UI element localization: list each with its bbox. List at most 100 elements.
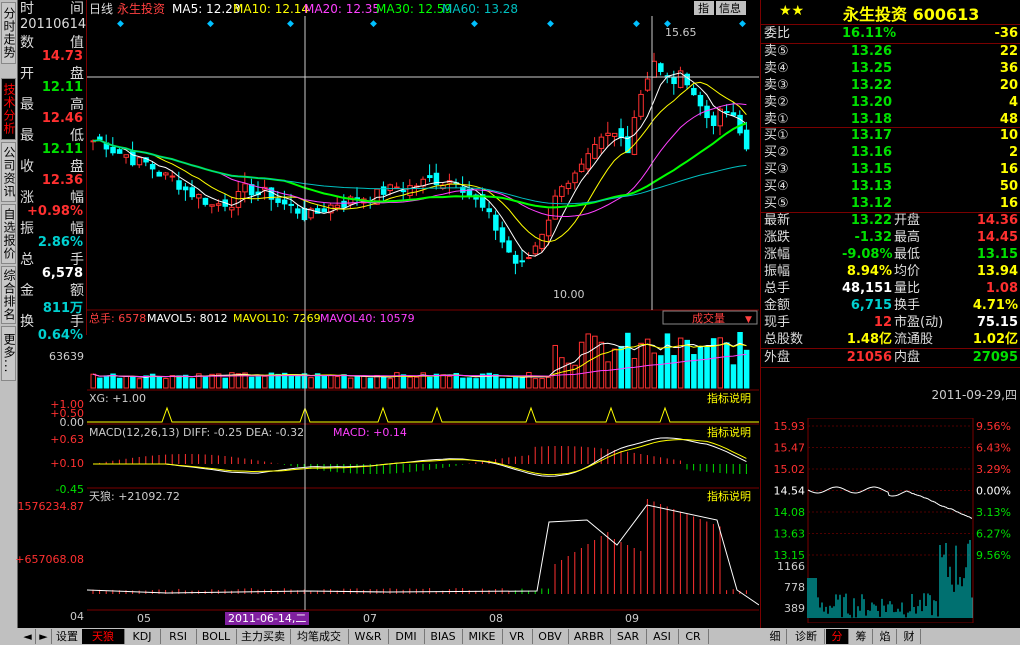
volume-bar: [130, 376, 136, 389]
volume-bar: [440, 374, 446, 389]
tab-intraday[interactable]: 分时走势: [1, 2, 16, 64]
volume-bar: [189, 378, 195, 389]
tab-company-info[interactable]: 公司资讯: [1, 142, 16, 202]
volume-bar: [328, 374, 334, 389]
bottom-tab[interactable]: MIKE: [462, 629, 503, 644]
bottom-tab[interactable]: SAR: [610, 629, 647, 644]
mini-pct-tick: 0.00%: [976, 485, 1011, 498]
macd-help-label: 指标说明: [707, 425, 751, 439]
stat-label: 涨幅: [764, 247, 791, 262]
mini-pct-tick: 9.56%: [976, 549, 1011, 562]
tab-watchlist[interactable]: 自选报价: [1, 204, 16, 264]
candle: [638, 93, 644, 117]
level-price: 13.25: [850, 61, 892, 76]
bottom-tab[interactable]: CR: [678, 629, 709, 644]
kline-chart-area[interactable]: 日线 永生投资 MA5: 12.23 MA10: 12.14 MA20: 12.…: [86, 0, 760, 625]
stock-title: 永生投资 600613: [843, 5, 980, 24]
buy-level-row: 买② 13.16 2: [764, 145, 1018, 161]
cursor-date: 2011-06-14,二: [228, 612, 306, 625]
volume-bar: [446, 375, 453, 389]
quote-tab[interactable]: 诊断: [788, 629, 825, 644]
volume-bar: [143, 375, 149, 389]
candle: [493, 214, 499, 231]
mini-price-tick: 14.54: [774, 485, 806, 498]
tab-ranking[interactable]: 综合排名: [1, 266, 16, 324]
volume-bar: [103, 375, 110, 389]
candle: [559, 186, 565, 197]
info-row-value: 0.64%: [37, 328, 83, 343]
info-row-value: 12.46: [41, 111, 83, 126]
chart-canvas[interactable]: 日线 永生投资 MA5: 12.23 MA10: 12.14 MA20: 12.…: [86, 0, 760, 625]
bottom-tab[interactable]: BIAS: [424, 629, 463, 644]
candle: [235, 190, 242, 208]
candle: [341, 200, 347, 208]
quote-tab[interactable]: 分: [826, 629, 849, 644]
mini-price-tick: 14.08: [774, 506, 806, 519]
candle: [387, 184, 393, 192]
bottom-tab[interactable]: ARBR: [568, 629, 611, 644]
level-label: 买③: [764, 162, 789, 177]
candle: [288, 203, 294, 206]
volume-bar: [671, 355, 677, 389]
level-volume: 20: [999, 78, 1018, 93]
quote-tab[interactable]: 筹: [850, 629, 873, 644]
tab-technical[interactable]: 技术分析: [1, 78, 16, 140]
buy-level-row: 买⑤ 13.12 16: [764, 196, 1018, 212]
bottom-tab[interactable]: ASI: [646, 629, 679, 644]
stat-label-2: 市盈(动): [894, 315, 944, 330]
volume-bar: [592, 335, 598, 389]
tianlang-axis-1: 1576234.87: [17, 500, 84, 513]
buy-level-row: 买③ 13.15 16: [764, 162, 1018, 178]
bottom-tab[interactable]: VR: [502, 629, 533, 644]
bottom-tab[interactable]: 天狼: [82, 629, 125, 644]
bottom-tab[interactable]: DMI: [388, 629, 425, 644]
level-label: 卖⑤: [764, 44, 789, 59]
scroll-right-icon[interactable]: ►: [36, 629, 52, 644]
volume-bar: [664, 333, 671, 389]
info-row-label: 最: [20, 97, 34, 113]
level-label: 买⑤: [764, 196, 789, 211]
candle: [592, 143, 598, 159]
diamond-marker: ◆: [370, 19, 377, 29]
dea-line: [93, 439, 747, 476]
info-row-label: 数: [20, 35, 34, 51]
bottom-tab[interactable]: KDJ: [124, 629, 161, 644]
stat-label: 总手: [764, 281, 791, 296]
diamond-marker: ◆: [739, 19, 746, 29]
stat-label-2: 均价: [894, 264, 921, 279]
left-tab-strip: 分时走势 技术分析 公司资讯 自选报价 综合排名 更多...: [0, 0, 18, 630]
bottom-tab[interactable]: 均笔成交: [290, 629, 349, 644]
quote-tab[interactable]: 财: [898, 629, 921, 644]
bottom-tab[interactable]: OBV: [532, 629, 569, 644]
volume-bar: [182, 374, 189, 389]
tab-more[interactable]: 更多...: [1, 326, 16, 381]
volume-bar: [658, 355, 664, 389]
ma20-label: MA20: 12.35: [304, 2, 380, 16]
volume-bar: [255, 376, 261, 389]
stat-label-2: 最低: [894, 247, 921, 262]
volume-bar: [473, 378, 479, 389]
bottom-tab[interactable]: 主力买卖: [236, 629, 291, 644]
sell-level-row: 卖① 13.18 48: [764, 112, 1018, 128]
level-label: 买④: [764, 179, 789, 194]
level-label: 卖③: [764, 78, 789, 93]
bottom-tab[interactable]: W&R: [348, 629, 389, 644]
stat-label: 现手: [764, 315, 791, 330]
quote-tab[interactable]: 细: [764, 629, 787, 644]
candle: [545, 219, 552, 237]
bottom-tab[interactable]: BOLL: [196, 629, 237, 644]
bottom-tab[interactable]: 设置: [52, 629, 83, 644]
candle: [394, 186, 400, 189]
quote-tab[interactable]: 焰: [874, 629, 897, 644]
bottom-tab[interactable]: RSI: [160, 629, 197, 644]
tianlang-panel: [86, 499, 760, 606]
candle: [598, 136, 605, 149]
candle: [684, 73, 690, 86]
intraday-mini-chart[interactable]: 15.93 9.56% 15.47 6.43% 15.02 3.29% 14.54 0.00%…: [761, 418, 1020, 623]
tianlang-help-label: 指标说明: [707, 489, 751, 503]
candle: [116, 149, 123, 154]
volume-bar: [413, 376, 420, 389]
stat-row: 金额 6,715 换手 4.71%: [764, 298, 1018, 314]
scroll-left-icon[interactable]: ◄: [20, 629, 36, 644]
candle: [532, 245, 539, 255]
